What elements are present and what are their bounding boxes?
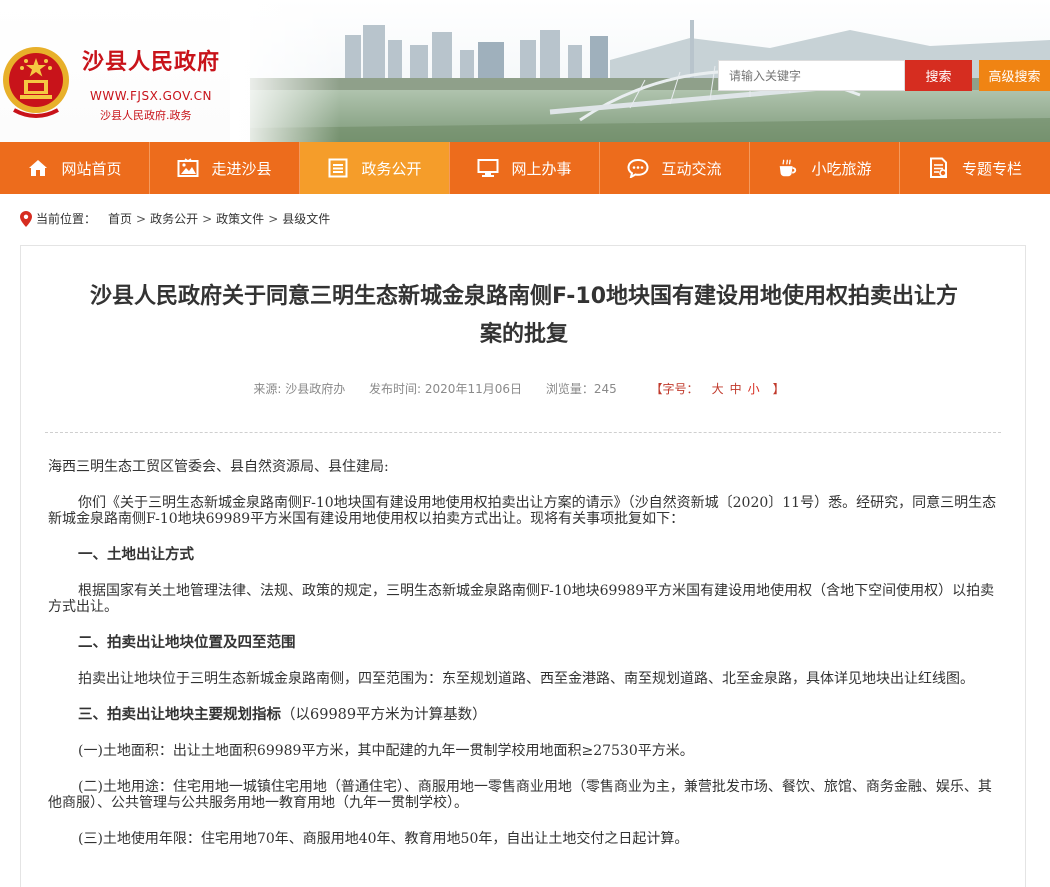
nav-item-label: 网站首页 — [61, 159, 122, 178]
article-views: 浏览量：245 — [545, 382, 617, 396]
salutation: 海西三明生态工贸区管委会、县自然资源局、县住建局: — [48, 459, 389, 475]
nav-item-label: 走进沙县 — [211, 159, 272, 178]
national-emblem-logo — [3, 47, 69, 118]
list-icon — [327, 157, 349, 179]
nav-item-label: 政务公开 — [361, 159, 422, 178]
document-icon — [928, 157, 950, 179]
breadcrumb-separator: > — [268, 211, 279, 226]
paragraph: (三)土地使用年限：住宅用地70年、商服用地40年、教育用地50年，自出让土地交… — [78, 831, 689, 847]
section-heading-note: （以69989平方米为计算基数） — [281, 707, 487, 723]
location-pin-icon — [20, 210, 32, 227]
font-size-large-link[interactable]: 大 — [712, 382, 724, 396]
paragraph: 根据国家有关土地管理法律、法规、政策的规定，三明生态新城金泉路南侧F-10地块6… — [48, 583, 995, 615]
article-panel: 沙县人民政府关于同意三明生态新城金泉路南侧F-10地块国有建设用地使用权拍卖出让… — [20, 245, 1026, 887]
font-size-small-link[interactable]: 小 — [748, 382, 760, 396]
font-size-switcher: 【字号： 大中小】 — [641, 382, 795, 396]
font-size-medium-link[interactable]: 中 — [730, 382, 742, 396]
breadcrumb-separator: > — [202, 211, 213, 226]
banner-fade — [230, 0, 340, 142]
site-url: WWW.FJSX.GOV.CN — [90, 89, 212, 103]
breadcrumb: 当前位置： 首页 > 政务公开 > 政策文件 > 县级文件 — [20, 210, 330, 227]
breadcrumb-separator: > — [136, 211, 147, 226]
nav-item-online-service[interactable]: 网上办事 — [450, 142, 600, 194]
article-source: 来源: 沙县政府办 — [253, 382, 346, 396]
nav-item-special-topics[interactable]: 专题专栏 — [900, 142, 1050, 194]
section-heading-text: 三、拍卖出让地块主要规划指标 — [78, 707, 281, 723]
search-input[interactable] — [718, 60, 905, 91]
nav-item-label: 网上办事 — [511, 159, 572, 178]
breadcrumb-gov-affairs[interactable]: 政务公开 — [150, 210, 198, 227]
home-icon — [27, 157, 49, 179]
paragraph: (一)土地面积：出让土地面积69989平方米，其中配建的九年一贯制学校用地面积≥… — [78, 743, 694, 759]
font-size-close: 】 — [772, 382, 785, 396]
article-title-line1: 沙县人民政府关于同意三明生态新城金泉路南侧F-10地块国有建设用地使用权拍卖出让… — [89, 284, 959, 309]
font-size-label: 【字号： — [650, 382, 699, 396]
advanced-search-button[interactable]: 高级搜索 — [979, 60, 1050, 91]
paragraph: 你们《关于三明生态新城金泉路南侧F-10地块国有建设用地使用权拍卖出让方案的请示… — [48, 495, 997, 527]
breadcrumb-prefix: 当前位置： — [36, 212, 97, 226]
site-title[interactable]: 沙县人民政府 — [82, 44, 220, 76]
paragraph: (二)土地用途：住宅用地一城镇住宅用地（普通住宅）、商服用地一零售商业用地（零售… — [48, 779, 992, 811]
main-nav: 网站首页 走进沙县 政务公开 网上办事 互动交流 小吃旅游 专题专栏 — [0, 142, 1050, 194]
paragraph: 拍卖出让地块位于三明生态新城金泉路南侧，四至范围为：东至规划道路、西至金港路、南… — [78, 671, 974, 687]
site-header: 沙县人民政府 WWW.FJSX.GOV.CN 沙县人民政府.政务 搜索 高级搜索 — [0, 0, 1050, 142]
breadcrumb-county-docs[interactable]: 县级文件 — [282, 210, 330, 227]
picture-icon — [177, 157, 199, 179]
nav-item-food-travel[interactable]: 小吃旅游 — [750, 142, 900, 194]
monitor-icon — [477, 157, 499, 179]
nav-item-label: 专题专栏 — [961, 159, 1022, 178]
article-title: 沙县人民政府关于同意三明生态新城金泉路南侧F-10地块国有建设用地使用权拍卖出让… — [45, 278, 1003, 354]
breadcrumb-home[interactable]: 首页 — [108, 210, 132, 227]
nav-item-home[interactable]: 网站首页 — [0, 142, 150, 194]
article-meta: 来源: 沙县政府办 发布时间: 2020年11月06日 浏览量：245 【字号：… — [21, 380, 1027, 397]
site-subtitle: 沙县人民政府.政务 — [100, 109, 192, 122]
article-title-line2: 案的批复 — [479, 322, 568, 347]
nav-item-label: 小吃旅游 — [811, 159, 872, 178]
section-heading: 三、拍卖出让地块主要规划指标（以69989平方米为计算基数） — [48, 707, 1001, 723]
nav-item-interaction[interactable]: 互动交流 — [600, 142, 750, 194]
nav-item-label: 互动交流 — [661, 159, 722, 178]
divider — [45, 432, 1001, 433]
article-date: 发布时间: 2020年11月06日 — [369, 382, 522, 396]
nav-item-gov-affairs[interactable]: 政务公开 — [300, 142, 450, 194]
section-heading: 一、土地出让方式 — [78, 547, 194, 563]
search-button[interactable]: 搜索 — [905, 60, 972, 91]
nav-item-about[interactable]: 走进沙县 — [150, 142, 300, 194]
coffee-cup-icon — [777, 157, 799, 179]
chat-icon — [627, 157, 649, 179]
section-heading: 二、拍卖出让地块位置及四至范围 — [78, 635, 296, 651]
article-body: 海西三明生态工贸区管委会、县自然资源局、县住建局: 你们《关于三明生态新城金泉路… — [48, 459, 1001, 867]
breadcrumb-policy-docs[interactable]: 政策文件 — [216, 210, 264, 227]
